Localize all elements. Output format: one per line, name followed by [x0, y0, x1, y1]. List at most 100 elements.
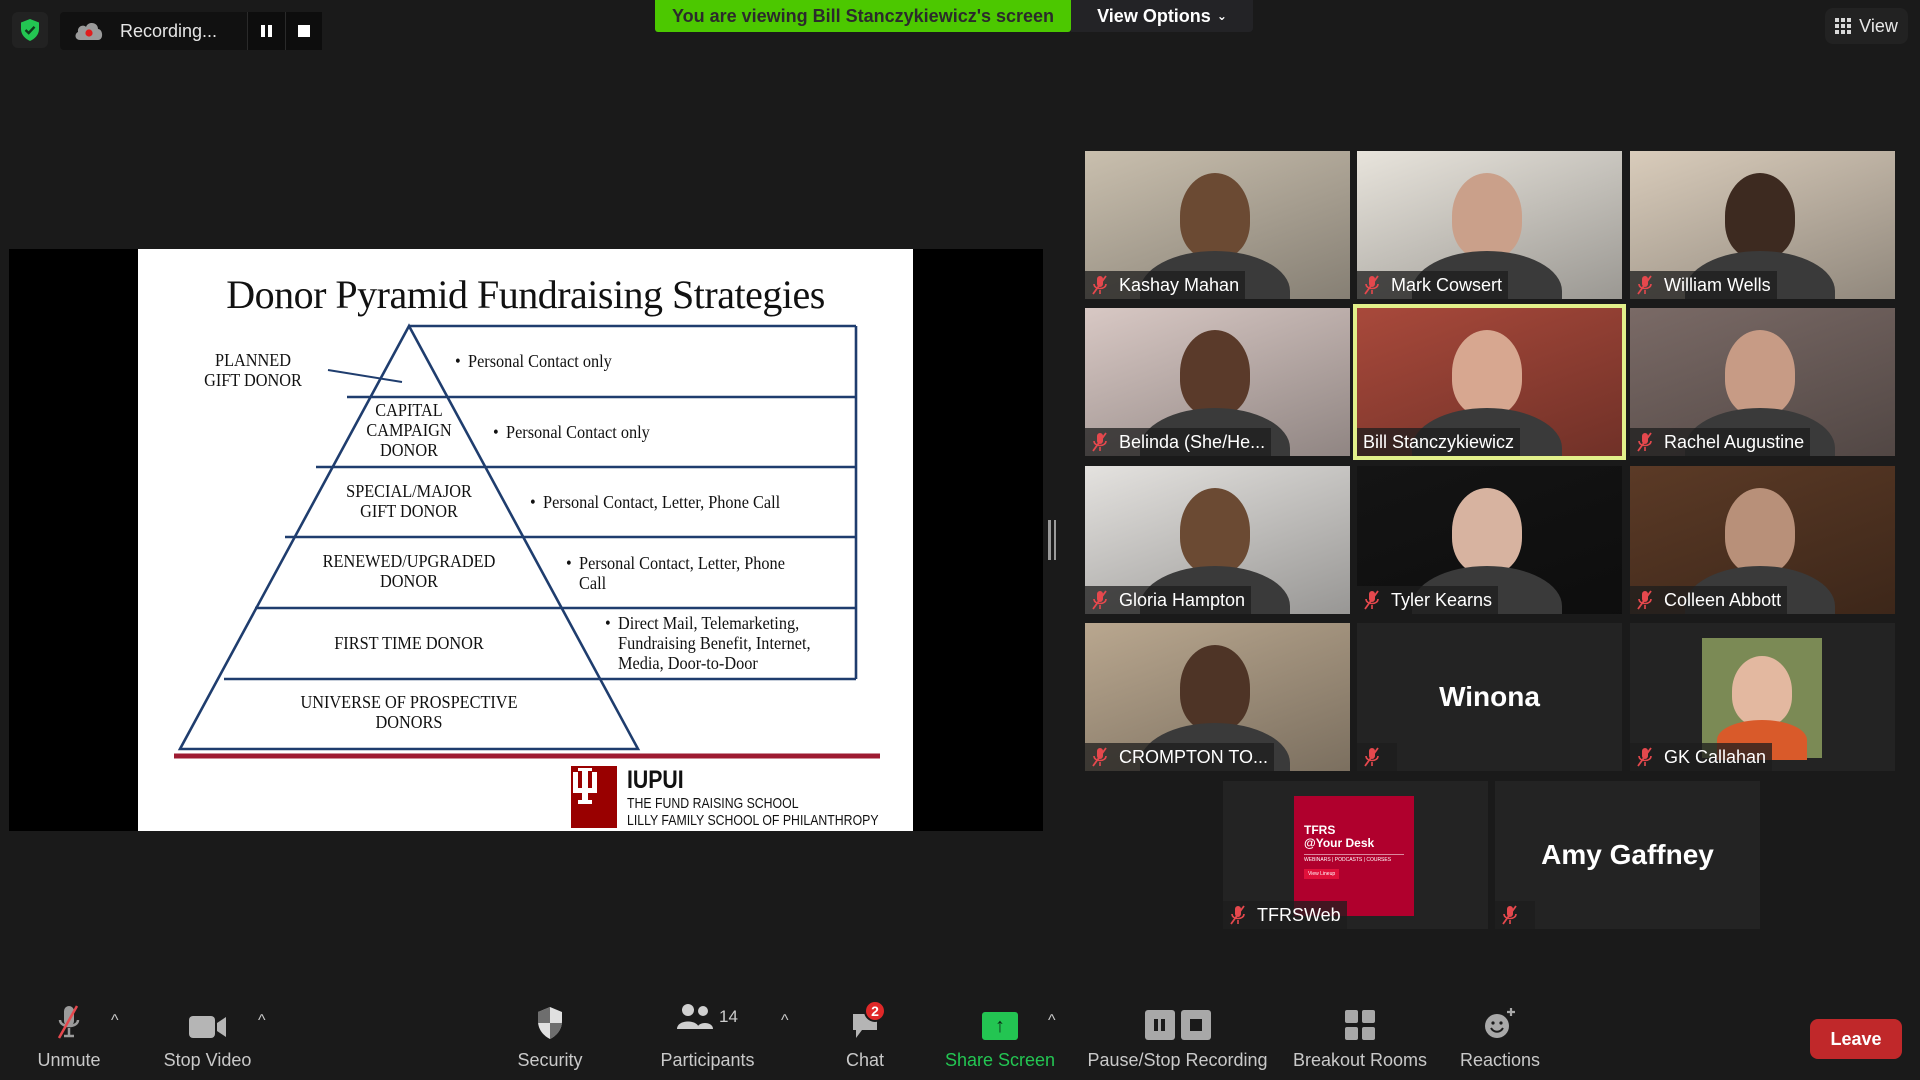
- leave-meeting-button[interactable]: Leave: [1810, 1019, 1902, 1059]
- tfrs-profile-card: TFRS @Your Desk WEBINARS | PODCASTS | COU…: [1294, 796, 1414, 916]
- participant-tile[interactable]: Belinda (She/He...: [1085, 308, 1350, 456]
- view-label: View: [1859, 15, 1898, 36]
- breakout-rooms-icon: [1345, 1010, 1375, 1040]
- strategy-renewed: • Personal Contact, Letter, Phone Call: [566, 553, 785, 593]
- participants-count: 14: [719, 1007, 738, 1026]
- participant-figure: [1725, 173, 1795, 259]
- logo-philanthropy-line: LILLY FAMILY SCHOOL OF PHILANTHROPY: [627, 812, 879, 829]
- microphone-muted-icon: [1637, 590, 1652, 610]
- recording-status-label: Recording...: [120, 20, 218, 41]
- microphone-muted-icon: [1092, 747, 1107, 767]
- microphone-muted-icon: [1364, 590, 1379, 610]
- meeting-security-status[interactable]: [12, 12, 48, 48]
- participant-display-name: Amy Gaffney: [1541, 839, 1714, 870]
- participants-icon: [677, 1004, 714, 1029]
- microphone-muted-icon: [1364, 275, 1379, 295]
- stop-video-label: Stop Video: [163, 1050, 252, 1070]
- participants-button[interactable]: 14 Participants: [655, 990, 760, 1080]
- participant-tile[interactable]: Tyler Kearns: [1357, 466, 1622, 614]
- participant-tile[interactable]: Mark Cowsert: [1357, 151, 1622, 299]
- participant-tile[interactable]: William Wells: [1630, 151, 1895, 299]
- participant-name: TFRSWeb: [1257, 904, 1341, 925]
- participant-tile[interactable]: Winona: [1357, 623, 1622, 771]
- participant-name: Bill Stanczykiewicz: [1363, 431, 1515, 452]
- strategy-planned: • Personal Contact only: [455, 351, 612, 371]
- iupui-wordmark: IUPUI: [627, 766, 684, 794]
- presentation-slide: Donor Pyramid Fundraising Strategies PLA…: [138, 249, 913, 831]
- stop-recording-button[interactable]: [284, 12, 323, 50]
- grid-icon: [1835, 18, 1852, 34]
- video-options-caret[interactable]: ^: [258, 1012, 266, 1030]
- stop-icon: [297, 25, 310, 37]
- participant-figure: [1180, 488, 1250, 574]
- participant-tile[interactable]: Amy Gaffney: [1495, 781, 1760, 929]
- chat-unread-badge: 2: [864, 1000, 886, 1022]
- participant-figure: [1452, 488, 1522, 574]
- viewing-screen-banner: You are viewing Bill Stanczykiewicz's sc…: [655, 0, 1071, 32]
- participant-tile[interactable]: GK Callahan: [1630, 623, 1895, 771]
- participant-figure: [1725, 330, 1795, 416]
- shared-screen[interactable]: Donor Pyramid Fundraising Strategies PLA…: [9, 249, 1043, 831]
- participant-display-name: Winona: [1439, 681, 1540, 712]
- chat-label: Chat: [845, 1050, 885, 1070]
- tier-label-universe: UNIVERSE OF PROSPECTIVE DONORS: [300, 692, 518, 732]
- recording-bar: Recording...: [60, 12, 323, 50]
- participant-name: William Wells: [1664, 274, 1771, 295]
- participant-tile[interactable]: Kashay Mahan: [1085, 151, 1350, 299]
- strategy-special-major: • Personal Contact, Letter, Phone Call: [530, 492, 781, 512]
- unmute-button[interactable]: Unmute: [28, 990, 110, 1080]
- shield-check-icon: [21, 19, 39, 41]
- tier-label-first-time: FIRST TIME DONOR: [334, 633, 484, 653]
- security-button[interactable]: Security: [510, 990, 590, 1080]
- participant-name-tag: [1495, 901, 1535, 929]
- participant-name: Colleen Abbott: [1664, 589, 1782, 610]
- microphone-muted-icon: [1230, 905, 1245, 925]
- stop-video-button[interactable]: Stop Video: [160, 990, 255, 1080]
- strategy-first-time: • Direct Mail, Telemarketing, Fundraising…: [605, 613, 811, 673]
- chat-button[interactable]: 2 Chat: [830, 990, 900, 1080]
- share-options-caret[interactable]: ^: [1048, 1012, 1056, 1030]
- participant-tile[interactable]: Gloria Hampton: [1085, 466, 1350, 614]
- participant-tile[interactable]: CROMPTON TO...: [1085, 623, 1350, 771]
- participant-name-tag: TFRSWeb: [1223, 901, 1347, 929]
- participant-tile[interactable]: TFRS @Your Desk WEBINARS | PODCASTS | COU…: [1223, 781, 1488, 929]
- unmute-label: Unmute: [37, 1050, 101, 1070]
- chevron-down-icon: ⌄: [1216, 9, 1227, 23]
- participant-name: Kashay Mahan: [1119, 274, 1240, 295]
- microphone-muted-icon: [1637, 432, 1652, 452]
- cloud-recording-icon: [74, 20, 104, 42]
- view-layout-button[interactable]: View: [1825, 8, 1908, 44]
- participant-name-tag: Gloria Hampton: [1085, 586, 1252, 614]
- microphone-muted-icon: [1637, 747, 1652, 767]
- tier-label-planned: PLANNED GIFT DONOR: [204, 350, 302, 390]
- split-view-resize-handle[interactable]: [1048, 520, 1056, 560]
- participant-figure: [1180, 330, 1250, 416]
- view-options-button[interactable]: View Options ⌄: [1071, 0, 1253, 32]
- participant-figure: [1180, 173, 1250, 259]
- breakout-rooms-button[interactable]: Breakout Rooms: [1290, 990, 1430, 1080]
- share-screen-button[interactable]: ↑ Share Screen: [940, 990, 1060, 1080]
- participants-options-caret[interactable]: ^: [781, 1012, 789, 1030]
- participant-tile[interactable]: Rachel Augustine: [1630, 308, 1895, 456]
- logo-school-line: THE FUND RAISING SCHOOL: [627, 795, 799, 812]
- audio-options-caret[interactable]: ^: [111, 1012, 119, 1030]
- pause-stop-recording-button[interactable]: Pause/Stop Recording: [1085, 990, 1270, 1080]
- participant-tile-active-speaker[interactable]: Bill Stanczykiewicz: [1353, 304, 1626, 460]
- participant-name-tag: Kashay Mahan: [1085, 271, 1246, 299]
- participant-name: Gloria Hampton: [1119, 589, 1246, 610]
- security-label: Security: [517, 1050, 583, 1070]
- pause-recording-button[interactable]: [247, 12, 285, 50]
- participant-tile[interactable]: Colleen Abbott: [1630, 466, 1895, 614]
- trident-icon: [573, 768, 597, 804]
- participant-figure: [1725, 488, 1795, 574]
- share-screen-label: Share Screen: [944, 1050, 1056, 1070]
- participant-name: CROMPTON TO...: [1119, 746, 1269, 767]
- microphone-muted-icon: [1092, 590, 1107, 610]
- participant-name-tag: Belinda (She/He...: [1085, 428, 1272, 456]
- donor-pyramid-diagram: [174, 323, 880, 759]
- share-screen-icon: ↑: [982, 1012, 1018, 1040]
- participant-name-tag: [1357, 743, 1397, 771]
- pause-stop-recording-label: Pause/Stop Recording: [1087, 1050, 1268, 1070]
- reactions-button[interactable]: Reactions: [1455, 990, 1545, 1080]
- tier-label-capital: CAPITAL CAMPAIGN DONOR: [366, 400, 452, 460]
